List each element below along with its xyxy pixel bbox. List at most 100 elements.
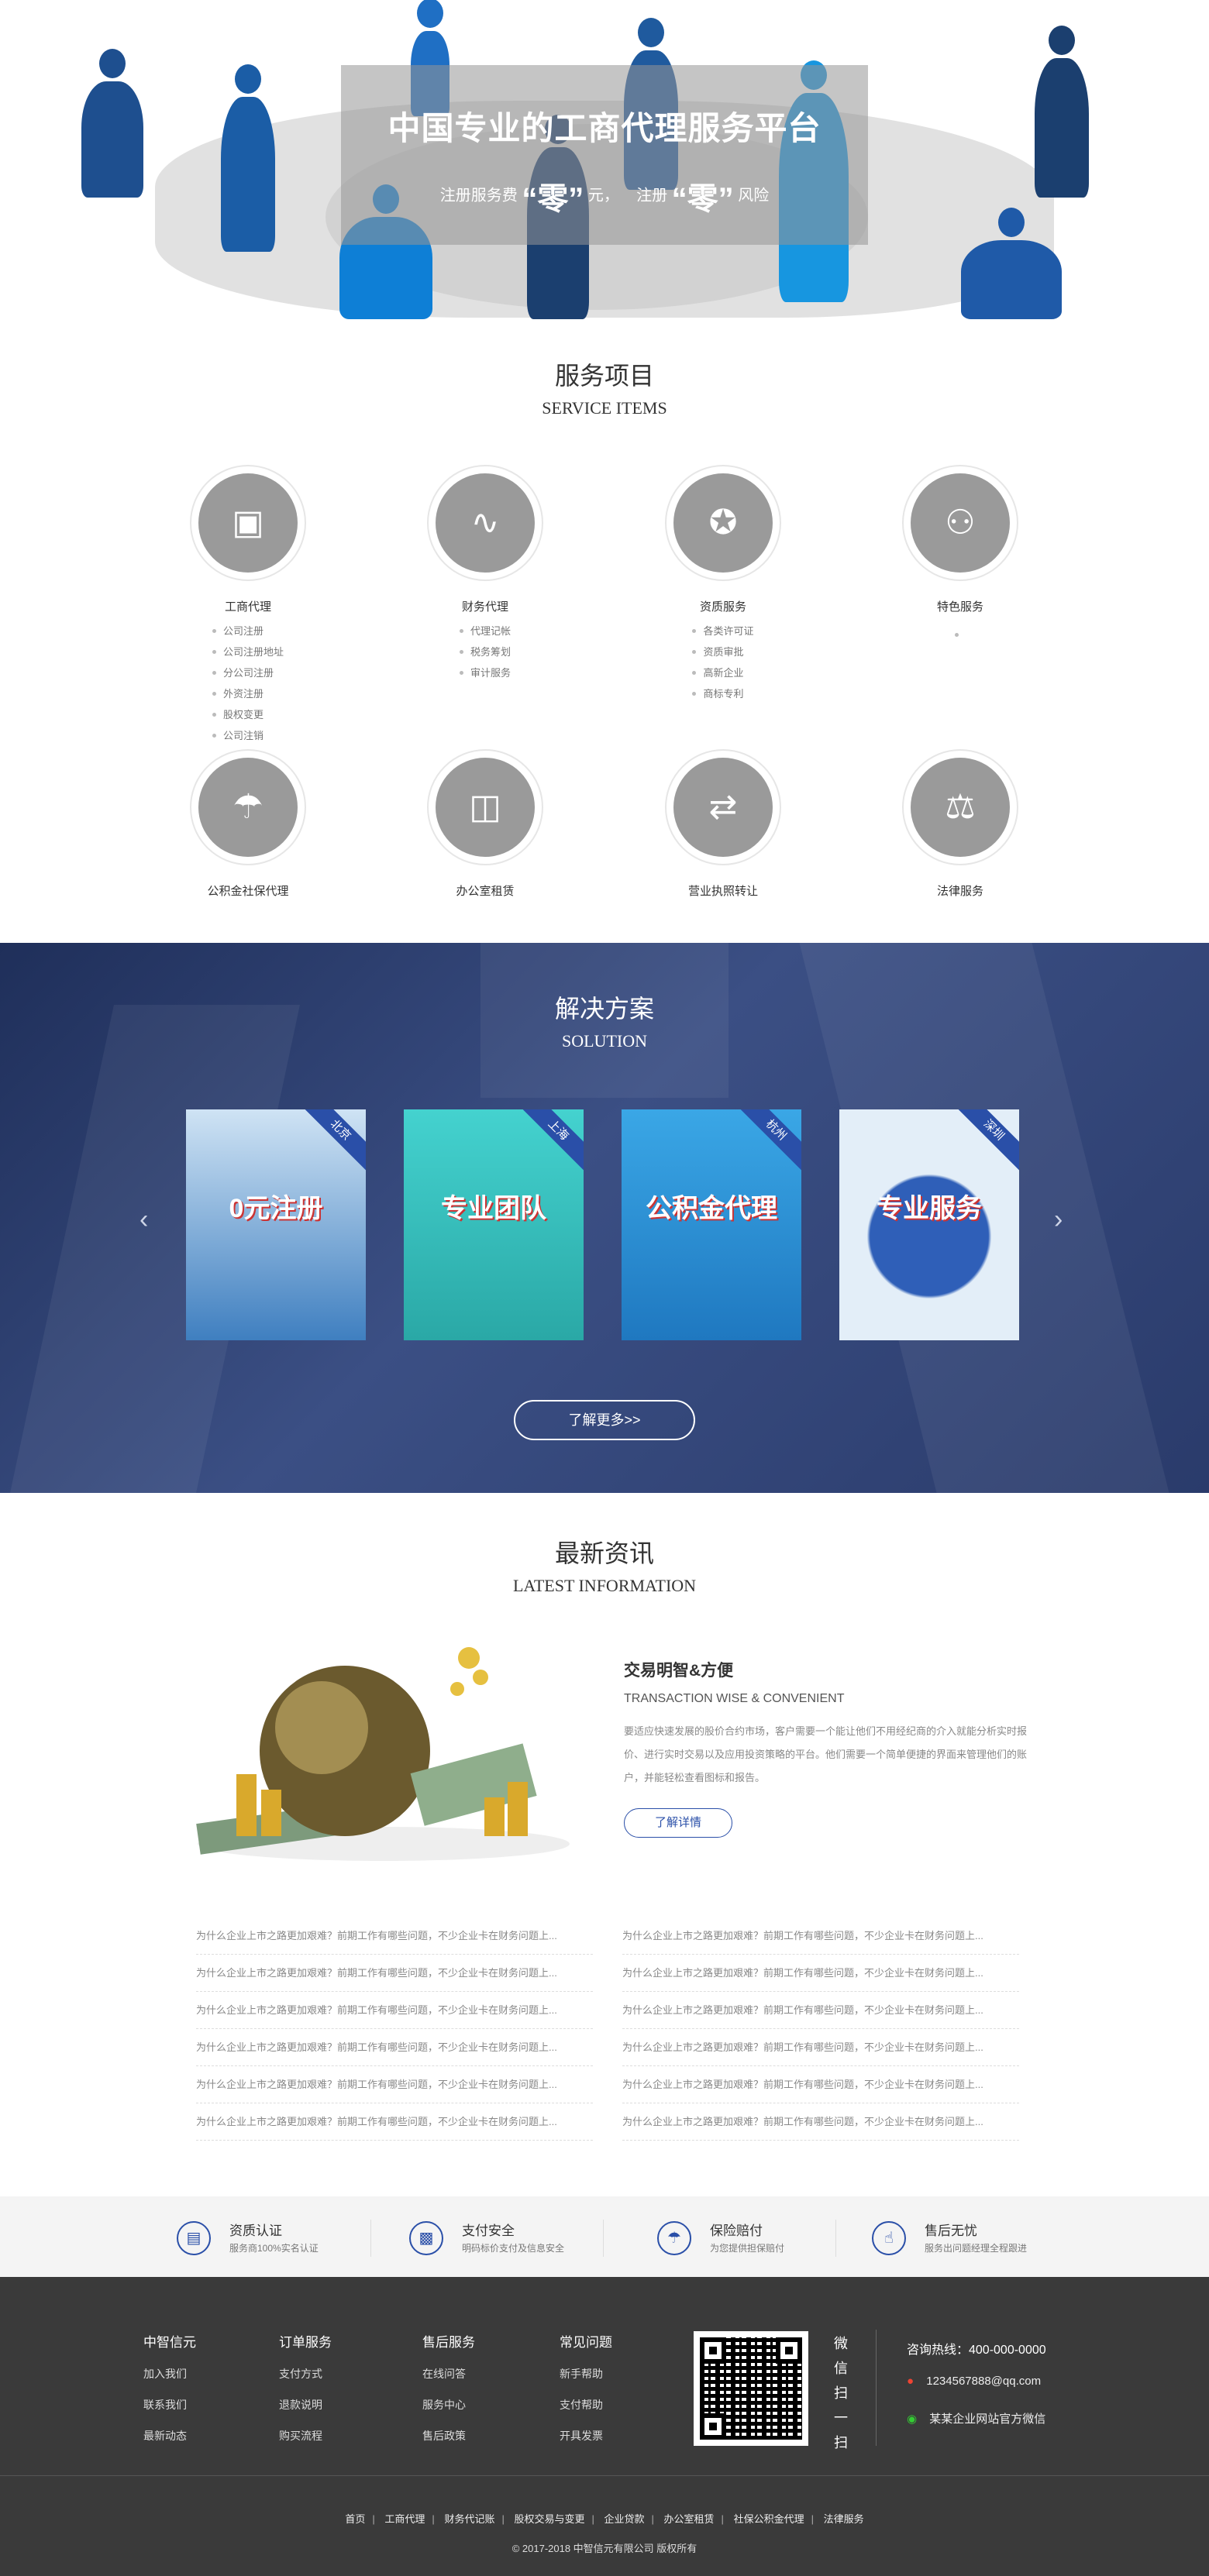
footer-link[interactable]: 售后政策 [422,2428,475,2444]
city-ribbon: 北京 [297,1109,366,1174]
service-sub-item[interactable]: 分公司注册 [212,662,284,683]
guarantee-desc: 服务商100%实名认证 [229,2243,319,2254]
footer-link[interactable]: 加入我们 [143,2366,196,2382]
news-item[interactable]: 为什么企业上市之路更加艰难？前期工作有哪些问题，不少企业卡在财务问题上... [622,1992,1019,2029]
news-item[interactable]: 为什么企业上市之路更加艰难？前期工作有哪些问题，不少企业卡在财务问题上... [196,2103,593,2141]
hero-zero-highlight: “零” [671,182,734,216]
hero-overlay-box: 中国专业的工商代理服务平台 注册服务费 “零” 元， 注册 “零” 风险 [341,65,868,245]
guarantee-bar: ▤ 资质认证 服务商100%实名认证 ▩ 支付安全 明码标价支付及信息安全 ☂ … [0,2196,1209,2277]
guarantee-item: ☂ 保险赔付 为您提供担保赔付 [657,2220,890,2257]
service-name: 财务代理 [461,600,508,614]
footer-nav-link[interactable]: 社保公积金代理 [734,2513,804,2525]
service-card[interactable]: ☂ 公积金社保代理 [129,749,367,899]
carousel-next-arrow[interactable]: › [1054,1205,1063,1235]
service-card[interactable]: ∿ 财务代理 代理记帐 税务筹划 审计服务 [367,465,604,683]
solution-card[interactable]: 0元注册 北京 [186,1109,366,1340]
service-sub-item[interactable]: 公司注册地址 [212,641,284,662]
service-sub-item[interactable]: 商标专利 [692,683,753,704]
section-title: 解决方案 [554,995,654,1023]
carousel-prev-arrow[interactable]: ‹ [140,1205,148,1235]
news-item[interactable]: 为什么企业上市之路更加艰难？前期工作有哪些问题，不少企业卡在财务问题上... [622,2066,1019,2103]
guarantee-title: 售后无忧 [925,2223,977,2238]
guarantee-desc: 明码标价支付及信息安全 [462,2243,565,2254]
qr-finder [776,2337,802,2364]
news-item[interactable]: 为什么企业上市之路更加艰难？前期工作有哪些问题，不少企业卡在财务问题上... [622,1955,1019,1992]
footer-link[interactable]: 开具发票 [560,2428,612,2444]
wallet-icon: ▩ [409,2221,443,2255]
footer-link[interactable]: 最新动态 [143,2428,196,2444]
service-card[interactable]: ✪ 资质服务 各类许可证 资质审批 高新企业 商标专利 [604,465,842,704]
service-name: 公积金社保代理 [207,885,289,898]
footer-nav-link[interactable]: 企业贷款 [604,2513,645,2525]
service-card[interactable]: ⇄ 营业执照转让 [604,749,842,899]
service-sub-item[interactable]: 外资注册 [212,683,284,704]
guarantee-item: ▤ 资质认证 服务商100%实名认证 [177,2220,409,2257]
card-caption: 专业服务 [877,1194,982,1223]
city-ribbon: 上海 [515,1109,584,1174]
service-card[interactable]: ⚖ 法律服务 [842,749,1079,899]
guarantee-item: ☝ 售后无忧 服务出问题经理全程跟进 [872,2220,1104,2257]
section-subtitle: SOLUTION [562,1031,647,1051]
news-item[interactable]: 为什么企业上市之路更加艰难？前期工作有哪些问题，不少企业卡在财务问题上... [196,2029,593,2066]
footer-link[interactable]: 联系我们 [143,2397,196,2413]
service-sub-item[interactable]: 公司注册 [212,621,284,641]
news-item[interactable]: 为什么企业上市之路更加艰难？前期工作有哪些问题，不少企业卡在财务问题上... [196,1992,593,2029]
guarantee-title: 保险赔付 [710,2223,763,2238]
service-sub-list: 公司注册 公司注册地址 分公司注册 外资注册 股权变更 公司注销 [212,621,284,746]
solution-card[interactable]: 专业团队 上海 [404,1109,584,1340]
card-caption: 专业团队 [441,1194,546,1223]
footer-link[interactable]: 退款说明 [279,2397,332,2413]
footer-column-title: 常见问题 [560,2335,612,2350]
footer-nav-link[interactable]: 法律服务 [824,2513,864,2525]
feature-subtitle: TRANSACTION WISE & CONVENIENT [624,1692,845,1705]
service-sub-item[interactable]: 股权变更 [212,704,284,725]
solution-card[interactable]: 公积金代理 杭州 [622,1109,801,1340]
news-feature: 交易明智&方便 TRANSACTION WISE & CONVENIENT 要适… [624,1658,1027,1838]
news-list-left: 为什么企业上市之路更加艰难？前期工作有哪些问题，不少企业卡在财务问题上... 为… [196,1917,593,2141]
scan-char: 信 [834,2361,848,2376]
news-item[interactable]: 为什么企业上市之路更加艰难？前期工作有哪些问题，不少企业卡在财务问题上... [196,2066,593,2103]
news-item[interactable]: 为什么企业上市之路更加艰难？前期工作有哪些问题，不少企业卡在财务问题上... [196,1955,593,1992]
scan-char: 一 [834,2410,848,2426]
news-item[interactable]: 为什么企业上市之路更加艰难？前期工作有哪些问题，不少企业卡在财务问题上... [622,2029,1019,2066]
wechat-contact[interactable]: ◉ 某某企业网站官方微信 [907,2410,1045,2426]
service-sub-item[interactable]: 高新企业 [692,662,753,683]
footer-link[interactable]: 新手帮助 [560,2366,612,2382]
hotline: 咨询热线：400-000-0000 [907,2344,1046,2357]
feature-description: 要适应快速发展的股价合约市场，客户需要一个能让他们不用经纪商的介入就能分析实时报… [624,1725,1028,1783]
news-item[interactable]: 为什么企业上市之路更加艰难？前期工作有哪些问题，不少企业卡在财务问题上... [622,1917,1019,1955]
hero-sub-text: 元， [587,187,619,205]
footer-link[interactable]: 服务中心 [422,2397,475,2413]
footer-nav-link[interactable]: 股权交易与变更 [514,2513,584,2525]
qq-contact[interactable]: ● 1234567888@qq.com [907,2375,1041,2388]
service-card[interactable]: ▣ 工商代理 公司注册 公司注册地址 分公司注册 外资注册 股权变更 公司注销 [129,465,367,746]
service-sub-item[interactable]: 公司注销 [212,725,284,746]
service-sub-item[interactable]: 审计服务 [459,662,511,683]
service-card[interactable]: ◫ 办公室租赁 [367,749,604,899]
wechat-scan-label: 微 信 扫 一 扫 [833,2331,849,2455]
service-sub-item[interactable]: 资质审批 [692,641,753,662]
service-sub-item[interactable]: 代理记帐 [459,621,511,641]
footer-nav-link[interactable]: 办公室租赁 [664,2513,715,2525]
footer-link[interactable]: 在线问答 [422,2366,475,2382]
news-item[interactable]: 为什么企业上市之路更加艰难？前期工作有哪些问题，不少企业卡在财务问题上... [196,1917,593,1955]
footer-nav-link[interactable]: 财务代记账 [444,2513,494,2525]
service-sub-list: 代理记帐 税务筹划 审计服务 [459,621,511,683]
footer-nav-link[interactable]: 首页 [345,2513,365,2525]
service-card[interactable]: ⚇ 特色服务 [842,465,1079,637]
footer-nav-link[interactable]: 工商代理 [384,2513,425,2525]
guarantee-item: ▩ 支付安全 明码标价支付及信息安全 [409,2220,642,2257]
news-item[interactable]: 为什么企业上市之路更加艰难？前期工作有哪些问题，不少企业卡在财务问题上... [622,2103,1019,2141]
footer-link[interactable]: 购买流程 [279,2428,332,2444]
learn-more-button[interactable]: 了解更多>> [514,1400,695,1440]
footer-link[interactable]: 支付帮助 [560,2397,612,2413]
footer-link[interactable]: 支付方式 [279,2366,332,2382]
service-sub-item[interactable]: 税务筹划 [459,641,511,662]
section-title: 最新资讯 [554,1539,654,1567]
feature-details-button[interactable]: 了解详情 [624,1808,732,1838]
hero-sub-text: 风险 [738,187,770,205]
service-sub-item[interactable]: 各类许可证 [692,621,754,641]
award-icon: ✪ [673,473,773,573]
solution-card[interactable]: 专业服务 深圳 [839,1109,1019,1340]
divider [835,2220,836,2257]
